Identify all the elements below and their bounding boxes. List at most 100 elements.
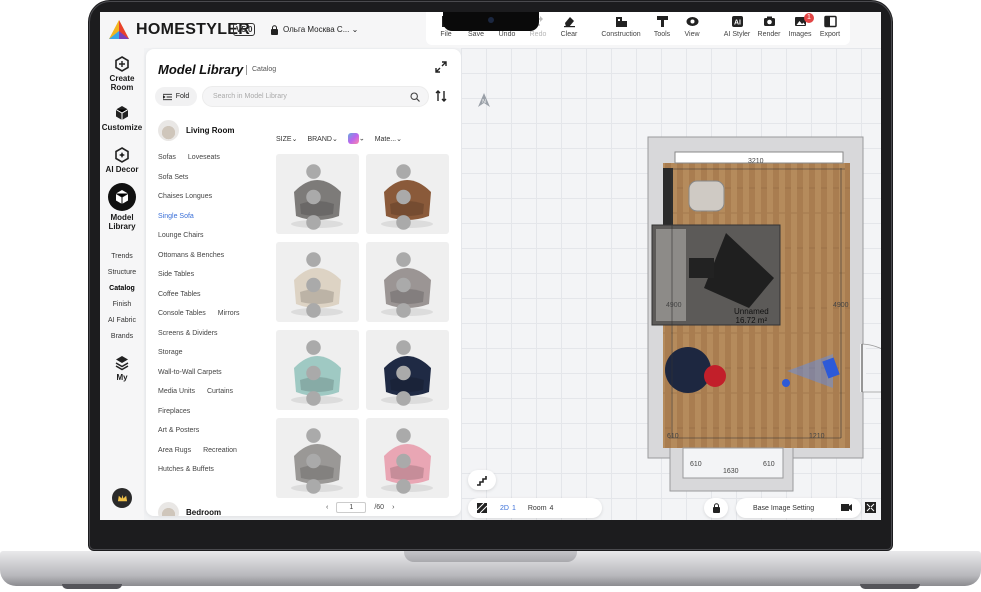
subcategory-item[interactable]: Sofa Sets	[158, 174, 188, 181]
rail-model-library-label: Model Library	[108, 213, 136, 231]
rail-sub-finish[interactable]: Finish	[100, 301, 144, 308]
subcategory-item[interactable]: Coffee Tables	[158, 291, 201, 298]
fullscreen-icon[interactable]	[864, 501, 877, 514]
page-input[interactable]: 1	[336, 502, 367, 513]
camera-notch	[443, 12, 539, 31]
rail-customize-label: Customize	[101, 123, 143, 132]
model-card-grey-bowl-chair[interactable]	[276, 154, 359, 234]
view-button[interactable]: View	[672, 15, 712, 43]
rail-sub-brands[interactable]: Brands	[100, 333, 144, 340]
next-page-button[interactable]: ›	[392, 504, 394, 511]
more-options-icon[interactable]	[366, 333, 445, 410]
rail-ai-decor[interactable]: AI Decor	[100, 147, 144, 174]
subcategory-item[interactable]: Ottomans & Benches	[158, 252, 224, 259]
model-card-cream-tufted-chair[interactable]	[276, 242, 359, 322]
page-total: /60	[374, 504, 385, 511]
room-label[interactable]: Unnamed 16.72 m²	[734, 307, 769, 325]
more-options-icon[interactable]	[276, 333, 355, 410]
camera-view-icon[interactable]	[840, 501, 853, 514]
more-options-icon[interactable]	[366, 157, 445, 234]
export-label: Export	[819, 31, 841, 38]
model-library-panel: Model Library Catalog Fold Search in Mod…	[146, 49, 461, 516]
svg-text:AI: AI	[734, 20, 741, 27]
subcategory-item[interactable]: Curtains	[207, 388, 233, 395]
rail-sub-ai-fabric[interactable]: AI Fabric	[100, 317, 144, 324]
subcategory-item[interactable]: Side Tables	[158, 271, 194, 278]
living-room-thumb	[158, 120, 179, 141]
construction-button[interactable]: Construction	[601, 15, 641, 43]
tools-icon	[656, 16, 668, 27]
category-bedroom[interactable]: Bedroom	[158, 502, 221, 516]
subcategory-row: Lounge Chairs	[158, 226, 268, 246]
more-options-icon[interactable]	[276, 245, 355, 322]
subcategory-item[interactable]: Single Sofa	[158, 213, 194, 220]
rail-sub-structure[interactable]: Structure	[100, 269, 144, 276]
model-card-brown-leather-armchair[interactable]	[366, 154, 449, 234]
brand-filter[interactable]: BRAND⌄	[307, 135, 337, 143]
model-card-navy-wingback-chair[interactable]	[366, 330, 449, 410]
add-floor-button[interactable]	[468, 470, 496, 490]
clear-button[interactable]: Clear	[549, 15, 589, 43]
armchair[interactable]	[688, 180, 725, 212]
category-living-room[interactable]: Living Room	[158, 120, 234, 141]
subcategory-row: Console Tables Mirrors	[158, 304, 268, 324]
material-filter-label: Mate...	[374, 135, 397, 143]
laptop-hinge	[404, 551, 577, 562]
subcategory-row: Art & Posters	[158, 421, 268, 441]
subcategory-item[interactable]: Mirrors	[218, 310, 240, 317]
fold-button[interactable]: Fold	[155, 87, 197, 106]
eye-icon	[686, 17, 698, 26]
create-room-icon	[115, 56, 129, 72]
model-card-teal-leather-recliner[interactable]	[276, 330, 359, 410]
subcategory-row: Single Sofa	[158, 207, 268, 227]
subcategory-item[interactable]: Storage	[158, 349, 183, 356]
premium-crown-button[interactable]	[112, 488, 132, 508]
rail-active-indicator	[108, 183, 136, 211]
model-card-grey-round-sofa[interactable]	[276, 418, 359, 498]
model-card-grey-velvet-armchair[interactable]	[366, 242, 449, 322]
rail-my[interactable]: My	[100, 355, 144, 382]
sort-icon[interactable]	[435, 90, 447, 102]
room-selector[interactable]: Room 4	[528, 505, 554, 512]
subcategory-item[interactable]: Screens & Dividers	[158, 330, 218, 337]
subcategory-item[interactable]: Loveseats	[188, 154, 220, 161]
project-name-dropdown[interactable]: Ольга Москва С... ⌄	[283, 25, 358, 34]
model-card-pink-shell-chair[interactable]	[366, 418, 449, 498]
lock-icon	[271, 25, 278, 35]
rail-sub-catalog[interactable]: Catalog	[100, 285, 144, 292]
view-2d-button[interactable]: 2D 1	[500, 505, 516, 512]
material-filter[interactable]: Mate...⌄	[375, 135, 402, 143]
rail-customize[interactable]: Customize	[100, 105, 144, 132]
size-filter[interactable]: SIZE⌄	[276, 135, 297, 143]
more-options-icon[interactable]	[276, 157, 355, 234]
subcategory-item[interactable]: Lounge Chairs	[158, 232, 204, 239]
subcategory-item[interactable]: Fireplaces	[158, 408, 190, 415]
subcategory-item[interactable]: Sofas	[158, 154, 176, 161]
rail-create-room[interactable]: Create Room	[100, 56, 144, 92]
more-options-icon[interactable]	[366, 421, 445, 498]
search-icon[interactable]	[410, 92, 420, 102]
construction-icon	[615, 17, 627, 27]
more-options-icon[interactable]	[276, 421, 355, 498]
subcategory-item[interactable]: Media Units	[158, 388, 195, 395]
subcategory-item[interactable]: Area Rugs	[158, 447, 191, 454]
laptop-foot	[62, 584, 122, 589]
subcategory-row: Fireplaces	[158, 402, 268, 422]
floorplan-canvas[interactable]: N 3210 4900 4900 610 1210 610 1630 610 U…	[461, 48, 881, 520]
lock-button[interactable]	[704, 498, 728, 518]
color-filter[interactable]: ⌄	[347, 133, 365, 144]
subcategory-item[interactable]: Console Tables	[158, 310, 206, 317]
prev-page-button[interactable]: ‹	[326, 504, 328, 511]
subcategory-item[interactable]: Chaises Longues	[158, 193, 212, 200]
subcategory-item[interactable]: Wall-to-Wall Carpets	[158, 369, 222, 376]
rail-model-library[interactable]: Model Library	[100, 183, 144, 231]
search-input[interactable]: Search in Model Library	[202, 86, 429, 107]
expand-icon[interactable]	[435, 61, 447, 73]
rail-sub-trends[interactable]: Trends	[100, 253, 144, 260]
floor-pattern-icon[interactable]	[476, 502, 488, 514]
subcategory-item[interactable]: Recreation	[203, 447, 237, 454]
subcategory-item[interactable]: Art & Posters	[158, 427, 199, 434]
export-button[interactable]: Export	[810, 15, 850, 43]
subcategory-item[interactable]: Hutches & Buffets	[158, 466, 214, 473]
more-options-icon[interactable]	[366, 245, 445, 322]
